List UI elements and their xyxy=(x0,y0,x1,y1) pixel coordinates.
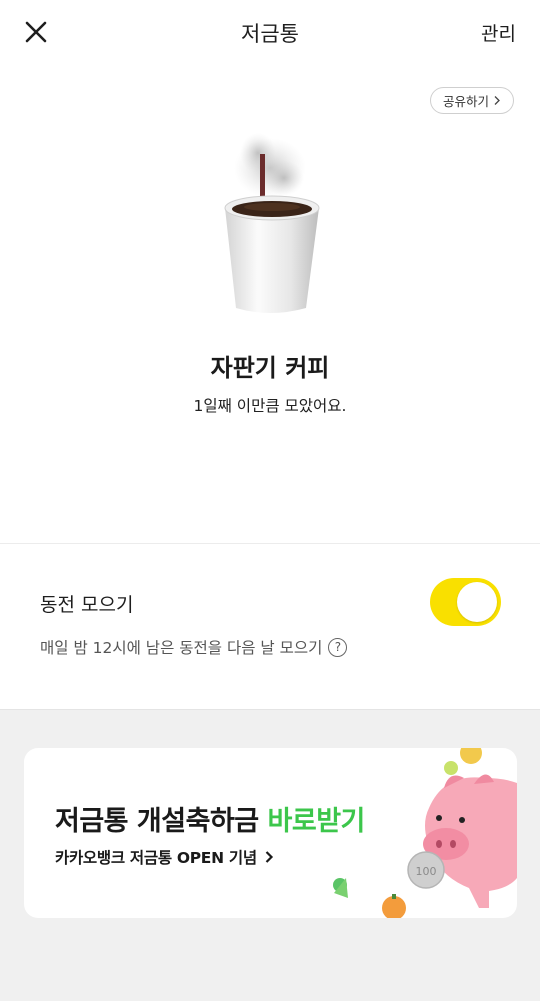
banner-subtitle: 카카오뱅크 저금통 OPEN 기념 xyxy=(55,846,274,868)
share-label: 공유하기 xyxy=(442,94,489,109)
top-bar: 저금통 관리 xyxy=(0,0,540,64)
toggle-knob xyxy=(457,582,497,622)
banner-headline-prefix: 저금통 개설축하금 xyxy=(55,806,268,837)
goal-title: 자판기 커피 xyxy=(210,354,330,382)
coin-label: 100 xyxy=(416,865,437,878)
piggy-bank-illustration: 100 xyxy=(294,748,517,918)
chevron-right-icon xyxy=(494,96,500,105)
manage-button[interactable]: 관리 xyxy=(481,19,516,46)
chevron-right-icon xyxy=(265,851,273,863)
section-divider xyxy=(0,543,540,544)
share-button[interactable]: 공유하기 xyxy=(430,87,514,114)
goal-subtitle: 1일째 이만큼 모았어요. xyxy=(193,397,347,415)
coin-saving-title: 동전 모으기 xyxy=(40,594,134,616)
coin-saving-description-row: 매일 밤 12시에 남은 동전을 다음 날 모으기 ? xyxy=(40,636,348,658)
coin-saving-toggle[interactable] xyxy=(430,578,501,626)
page-title: 저금통 xyxy=(241,22,299,46)
coffee-cup-icon xyxy=(200,128,340,323)
promo-banner[interactable]: 저금통 개설축하금 바로받기 카카오뱅크 저금통 OPEN 기념 100 xyxy=(24,748,517,918)
banner-subtitle-text: 카카오뱅크 저금통 OPEN 기념 xyxy=(55,849,257,867)
question-icon[interactable]: ? xyxy=(328,637,348,657)
coin-saving-description: 매일 밤 12시에 남은 동전을 다음 날 모으기 xyxy=(40,639,323,657)
